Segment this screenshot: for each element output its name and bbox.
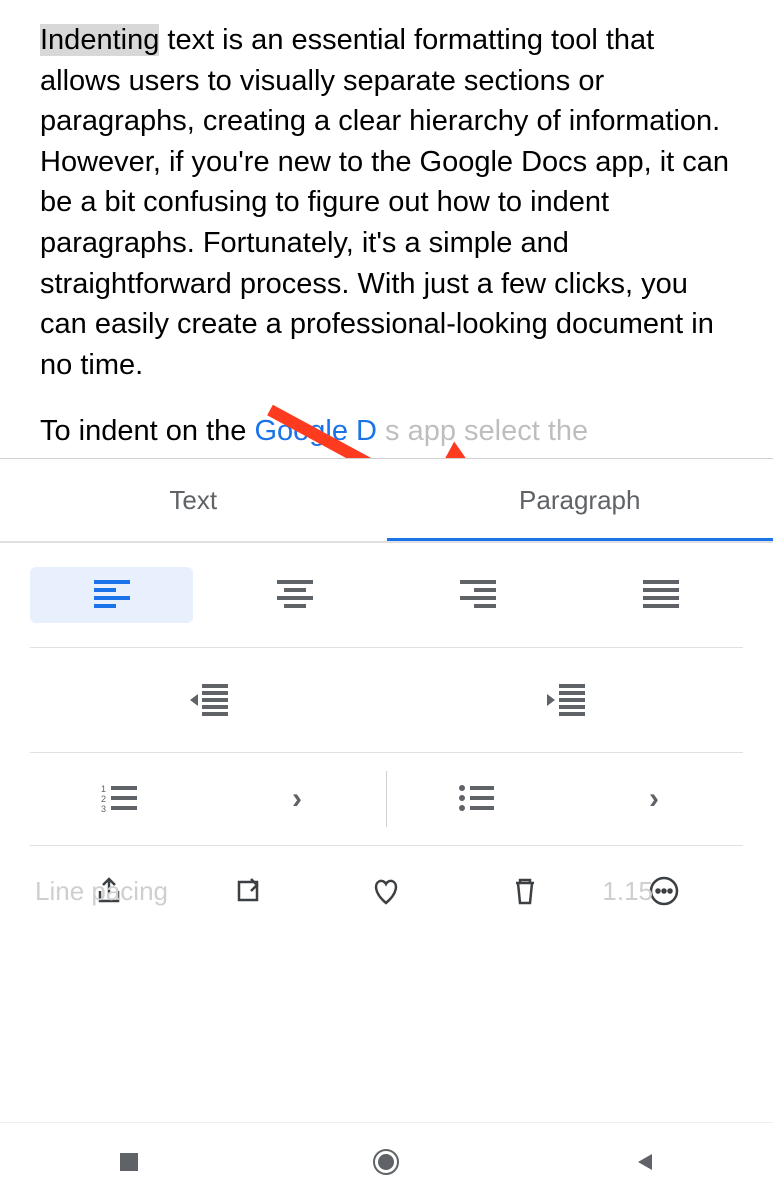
more-icon	[648, 875, 680, 907]
partial-post: s app select the	[385, 415, 588, 447]
numbered-list-options-button[interactable]: ›	[208, 771, 386, 827]
svg-text:3: 3	[101, 804, 106, 814]
document-body[interactable]: Indenting text is an essential formattin…	[0, 0, 773, 448]
partial-link[interactable]: Google D	[254, 415, 377, 447]
more-button[interactable]	[634, 861, 694, 921]
partial-line[interactable]: To indent on the Google D s app select t…	[40, 415, 733, 448]
trash-icon	[510, 875, 540, 907]
nav-home-button[interactable]	[346, 1137, 426, 1187]
selected-text[interactable]: Indenting	[40, 24, 159, 56]
align-justify-icon	[643, 580, 679, 610]
increase-indent-icon	[545, 684, 585, 716]
bulleted-list-icon	[458, 784, 494, 814]
delete-button[interactable]	[495, 861, 555, 921]
edit-icon	[233, 876, 263, 906]
svg-text:2: 2	[101, 794, 106, 804]
format-tabs: Text Paragraph	[0, 459, 773, 541]
align-left-button[interactable]	[30, 567, 193, 623]
share-button[interactable]	[79, 861, 139, 921]
align-right-icon	[460, 580, 496, 610]
bulleted-list-button[interactable]	[387, 771, 565, 827]
format-panel: Text Paragraph	[0, 458, 773, 936]
bulleted-list-options-button[interactable]: ›	[565, 771, 743, 827]
increase-indent-button[interactable]	[387, 672, 744, 728]
edit-button[interactable]	[218, 861, 278, 921]
align-right-button[interactable]	[397, 567, 560, 623]
align-left-icon	[94, 580, 130, 610]
bottom-toolbar: Line pacing 1.15	[0, 846, 773, 936]
numbered-list-button[interactable]: 1 2 3	[30, 771, 208, 827]
svg-text:1: 1	[101, 784, 106, 794]
align-center-button[interactable]	[213, 567, 376, 623]
heart-icon	[370, 876, 402, 906]
decrease-indent-button[interactable]	[30, 672, 387, 728]
share-icon	[94, 876, 124, 906]
tab-paragraph[interactable]: Paragraph	[387, 459, 773, 541]
alignment-row	[30, 543, 743, 648]
chevron-right-icon: ›	[649, 782, 659, 816]
circle-icon	[371, 1147, 401, 1177]
nav-back-button[interactable]	[604, 1137, 684, 1187]
paragraph-text[interactable]: text is an essential formatting tool tha…	[40, 24, 729, 381]
decrease-indent-icon	[188, 684, 228, 716]
partial-pre: To indent on the	[40, 415, 254, 447]
align-justify-button[interactable]	[580, 567, 743, 623]
indent-row	[30, 648, 743, 753]
numbered-list-icon: 1 2 3	[101, 784, 137, 814]
square-icon	[117, 1150, 141, 1174]
favorite-button[interactable]	[356, 861, 416, 921]
nav-recent-button[interactable]	[89, 1137, 169, 1187]
system-nav-bar	[0, 1122, 773, 1200]
triangle-back-icon	[632, 1150, 656, 1174]
document-paragraph[interactable]: Indenting text is an essential formattin…	[40, 20, 733, 385]
tab-text[interactable]: Text	[0, 459, 387, 541]
list-row: 1 2 3 › ›	[30, 753, 743, 846]
chevron-right-icon: ›	[292, 782, 302, 816]
align-center-icon	[277, 580, 313, 610]
